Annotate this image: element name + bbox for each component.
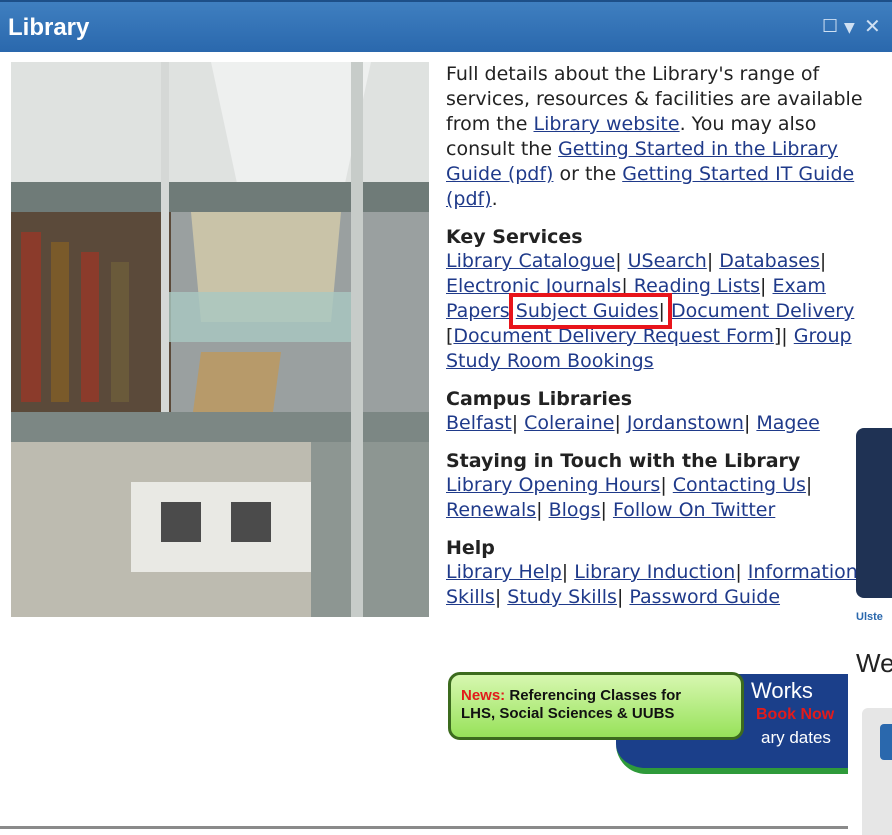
document-delivery-request-form-link[interactable]: Document Delivery Request Form (453, 325, 773, 347)
document-delivery-link[interactable]: Document Delivery (671, 300, 854, 322)
news-button[interactable]: News: Referencing Classes for LHS, Social… (448, 672, 744, 740)
highlight-box: Subject Guides| (508, 293, 672, 329)
library-website-link[interactable]: Library website (533, 113, 679, 135)
staying-in-touch-section: Staying in Touch with the Library Librar… (446, 449, 866, 523)
news-label: News: (461, 687, 506, 704)
electronic-journals-link[interactable]: Electronic Journals (446, 275, 621, 297)
banner-works-text: Works (751, 678, 813, 703)
key-services-links: Library Catalogue| USearch| Databases| E… (446, 250, 855, 372)
study-skills-link[interactable]: Study Skills (507, 586, 617, 608)
reading-lists-link[interactable]: Reading Lists (634, 275, 760, 297)
news-line-2: LHS, Social Sciences & UUBS (461, 705, 675, 722)
window-title: Library (8, 14, 90, 41)
panel-bottom-border (0, 826, 848, 829)
password-guide-link[interactable]: Password Guide (629, 586, 780, 608)
library-panel: Full details about the Library's range o… (0, 52, 863, 827)
we-heading: We (856, 648, 892, 678)
help-section: Help Library Help| Library Induction| In… (446, 536, 866, 610)
intro-text-3: or the (553, 163, 623, 185)
chevron-down-icon[interactable]: ▼ (844, 20, 855, 36)
blogs-link[interactable]: Blogs (549, 499, 601, 521)
touch-links: Library Opening Hours| Contacting Us| Re… (446, 474, 813, 521)
ulster-text: Ulste (856, 611, 883, 623)
library-induction-link[interactable]: Library Induction (574, 561, 735, 583)
library-help-link[interactable]: Library Help (446, 561, 562, 583)
subject-guides-link[interactable]: Subject Guides (516, 300, 659, 322)
library-catalogue-link[interactable]: Library Catalogue (446, 250, 615, 272)
staying-in-touch-heading: Staying in Touch with the Library (446, 450, 801, 472)
key-services-heading: Key Services (446, 226, 583, 248)
jordanstown-link[interactable]: Jordanstown (627, 412, 744, 434)
intro-paragraph: Full details about the Library's range o… (446, 62, 866, 212)
right-blue-button[interactable] (880, 724, 892, 760)
library-info: Full details about the Library's range o… (446, 62, 866, 610)
window-titlebar: Library ☐ ▼ ✕ (0, 0, 892, 52)
news-line-1: Referencing Classes for (505, 687, 682, 704)
help-heading: Help (446, 537, 495, 559)
campus-links: Belfast| Coleraine| Jordanstown| Magee (446, 412, 820, 434)
banner-book-now-text: Book Now (756, 706, 835, 723)
maximize-icon[interactable]: ☐ (822, 16, 838, 37)
contacting-us-link[interactable]: Contacting Us (673, 474, 806, 496)
right-panel-dark (856, 428, 892, 598)
opening-hours-link[interactable]: Library Opening Hours (446, 474, 660, 496)
usearch-link[interactable]: USearch (628, 250, 707, 272)
campus-libraries-section: Campus Libraries Belfast| Coleraine| Jor… (446, 387, 866, 436)
news-text: News: Referencing Classes for LHS, Social… (461, 687, 681, 723)
campus-libraries-heading: Campus Libraries (446, 388, 633, 410)
news-banner[interactable]: Works Book Now ary dates News: Referenci… (446, 672, 848, 774)
renewals-link[interactable]: Renewals (446, 499, 536, 521)
intro-text-4: . (491, 188, 498, 210)
belfast-link[interactable]: Belfast (446, 412, 512, 434)
follow-on-twitter-link[interactable]: Follow On Twitter (613, 499, 775, 521)
databases-link[interactable]: Databases (719, 250, 820, 272)
banner-dates-text: ary dates (761, 728, 831, 747)
close-icon[interactable]: ✕ (864, 14, 881, 38)
help-links: Library Help| Library Induction| Informa… (446, 561, 858, 608)
library-interior-photo (11, 62, 429, 617)
coleraine-link[interactable]: Coleraine (524, 412, 614, 434)
magee-link[interactable]: Magee (756, 412, 819, 434)
key-services-section: Key Services Library Catalogue| USearch|… (446, 225, 866, 374)
